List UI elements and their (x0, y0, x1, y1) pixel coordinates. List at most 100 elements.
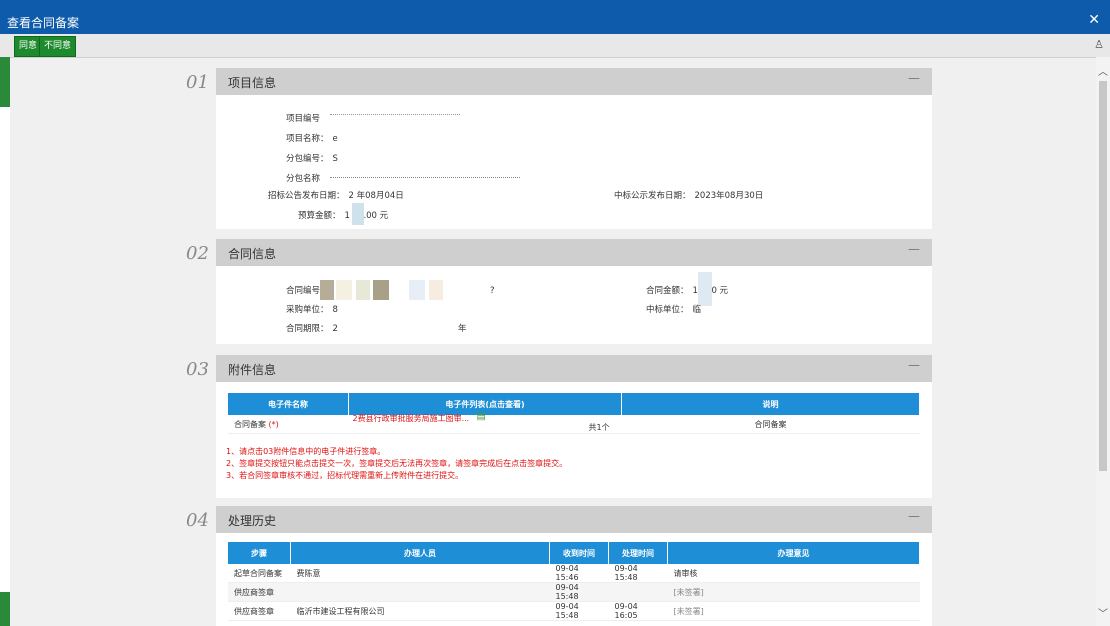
contract-no-field: 合同编号? (286, 284, 495, 296)
section-header[interactable]: 合同信息 — (216, 239, 932, 266)
required-mark: (*) (268, 419, 279, 429)
tender-date-value: 2 年08月04日 (348, 191, 404, 201)
section-header[interactable]: 附件信息 — (216, 355, 932, 382)
col-header: 处理时间 (608, 542, 668, 564)
recv-cell: 09-04 15:48 (549, 601, 609, 621)
win-date-label: 中标公示发布日期： (614, 191, 691, 201)
buyer-field: 采购单位： 8 (286, 303, 338, 315)
table-header-row: 步骤 办理人员 收到时间 处理时间 办理意见 (228, 542, 920, 564)
section-header[interactable]: 处理历史 — (216, 506, 932, 533)
section-title: 处理历史 (228, 514, 277, 528)
redacted-block (356, 280, 370, 300)
col-header: 办理人员 (290, 542, 550, 564)
col-header: 收到时间 (549, 542, 609, 564)
history-table: 步骤 办理人员 收到时间 处理时间 办理意见 起草合同备案 费陈意 09-04 … (228, 542, 920, 621)
winner-field: 中标单位：临 (646, 303, 701, 315)
buyer-value: 8 (332, 305, 338, 315)
win-date-field: 中标公示发布日期： 2023年08月30日 (614, 189, 763, 201)
section-history: 04 处理历史 — 步骤 办理人员 收到时间 处理时间 办理意见 起草合同备案 … (172, 506, 942, 626)
tender-date-field: 招标公告发布日期： 2 年08月04日 (268, 189, 404, 201)
person-cell: 费陈意 (290, 564, 550, 583)
package-no-field: 分包编号： S (286, 152, 338, 164)
redacted-block (336, 280, 352, 300)
redacted-budget (352, 203, 364, 225)
close-icon[interactable]: ✕ (1088, 12, 1100, 28)
attachment-file-link[interactable]: 2费县行政审批服务局施工图审... (353, 413, 470, 424)
redacted-block (320, 280, 334, 300)
attachment-files-cell: 2费县行政审批服务局施工图审... ▤ 共1个 (348, 411, 622, 434)
redacted-block (373, 280, 389, 300)
vertical-scrollbar[interactable]: ︿ ﹀ (1096, 57, 1110, 626)
instruction-note: 3、若合同签章审核不通过，招标代理需重新上传附件在进行提交。 (226, 471, 464, 480)
term-value: 2 (332, 324, 338, 334)
section-body: 项目编号 项目名称： e 分包编号： S 分包名称 招标公告发布日期： 2 年08月0… (216, 95, 932, 229)
recv-cell: 09-04 15:48 (549, 582, 609, 602)
section-attachments: 03 附件信息 — 电子件名称 电子件列表(点击查看) 说明 合同备案 (*) … (172, 355, 942, 498)
project-no-field: 项目编号 (286, 112, 324, 124)
collapse-icon[interactable]: — (908, 358, 920, 372)
chevron-down-icon[interactable]: ﹀ (1098, 605, 1108, 620)
redacted-block (409, 280, 425, 300)
winner-label: 中标单位： (646, 305, 689, 315)
section-body: 合同编号? 合同金额：14 00 元 采购单位：8 中标单位：临 合同期限：2 … (216, 266, 932, 344)
col-header: 步骤 (228, 542, 291, 564)
file-count: 共1个 (588, 423, 610, 432)
col-header: 说明 (621, 393, 920, 415)
section-number: 02 (186, 243, 209, 264)
toolbar: 同意 不同意 ♙ (0, 34, 1110, 58)
done-cell: 09-04 15:48 (608, 564, 668, 583)
tree-icon[interactable]: ♙ (1094, 38, 1104, 51)
left-accent-bottom (0, 592, 10, 626)
attachment-table: 电子件名称 电子件列表(点击查看) 说明 合同备案 (*) 2费县行政审批服务局… (228, 393, 920, 434)
contract-amount-label: 合同金额： (646, 286, 689, 296)
project-name-label: 项目名称： (286, 134, 329, 144)
title-bar: 查看合同备案 ✕ (0, 0, 1110, 34)
opinion-cell: 请审核 (667, 564, 920, 583)
left-accent-top (0, 57, 10, 107)
chevron-up-icon[interactable]: ︿ (1098, 63, 1108, 78)
attachment-name-cell: 合同备案 (*) (228, 415, 349, 434)
project-name-field: 项目名称： e (286, 132, 338, 144)
table-row: 供应商签章 临沂市建设工程有限公司 09-04 15:48 09-04 16:0… (228, 601, 920, 621)
budget-field: 预算金额： 1 00.00 元 (298, 209, 388, 221)
instruction-note: 2、签章提交按钮只能点击提交一次，签章提交后无法再次签章，请签章完成后在点击签章… (226, 459, 568, 468)
package-name-label: 分包名称 (286, 174, 321, 184)
package-name-field: 分包名称 (286, 172, 324, 184)
person-cell: 临沂市建设工程有限公司 (290, 601, 550, 621)
section-body: 电子件名称 电子件列表(点击查看) 说明 合同备案 (*) 2费县行政审批服务局… (216, 382, 932, 498)
agree-button[interactable]: 同意 (14, 36, 43, 57)
table-row: 起草合同备案 费陈意 09-04 15:46 09-04 15:48 请审核 (228, 564, 920, 583)
recv-cell: 09-04 15:46 (549, 564, 609, 583)
left-strip (0, 57, 10, 626)
section-title: 项目信息 (228, 76, 277, 90)
done-cell (608, 582, 668, 602)
col-header: 办理意见 (667, 542, 920, 564)
contract-amount-field: 合同金额：14 00 元 (646, 284, 728, 296)
file-icon[interactable]: ▤ (477, 411, 486, 422)
collapse-icon[interactable]: — (908, 509, 920, 523)
redacted-block (429, 280, 443, 300)
disagree-button[interactable]: 不同意 (39, 36, 77, 57)
person-cell (290, 582, 550, 602)
opinion-cell: [未签署] (667, 582, 920, 602)
window-title: 查看合同备案 (7, 16, 80, 30)
collapse-icon[interactable]: — (908, 242, 920, 256)
section-header[interactable]: 项目信息 — (216, 68, 932, 95)
section-number: 01 (186, 72, 209, 93)
scroll-thumb[interactable] (1099, 81, 1107, 471)
section-number: 03 (186, 359, 209, 380)
instruction-note: 1、请点击03附件信息中的电子件进行签章。 (226, 447, 386, 456)
term-field: 合同期限： 2 (286, 322, 338, 334)
buyer-label: 采购单位： (286, 305, 329, 315)
contract-no-label: 合同编号 (286, 286, 321, 296)
step-cell: 供应商签章 (228, 601, 291, 621)
table-row: 供应商签章 09-04 15:48 [未签署] (228, 582, 920, 602)
collapse-icon[interactable]: — (908, 71, 920, 85)
step-cell: 供应商签章 (228, 582, 291, 602)
term-unit: 年 (458, 324, 467, 334)
done-cell: 09-04 16:05 (608, 601, 668, 621)
budget-label: 预算金额： (298, 211, 341, 221)
section-body: 步骤 办理人员 收到时间 处理时间 办理意见 起草合同备案 费陈意 09-04 … (216, 533, 932, 626)
package-no-label: 分包编号： (286, 154, 329, 164)
attachment-desc: 合同备案 (621, 415, 920, 434)
